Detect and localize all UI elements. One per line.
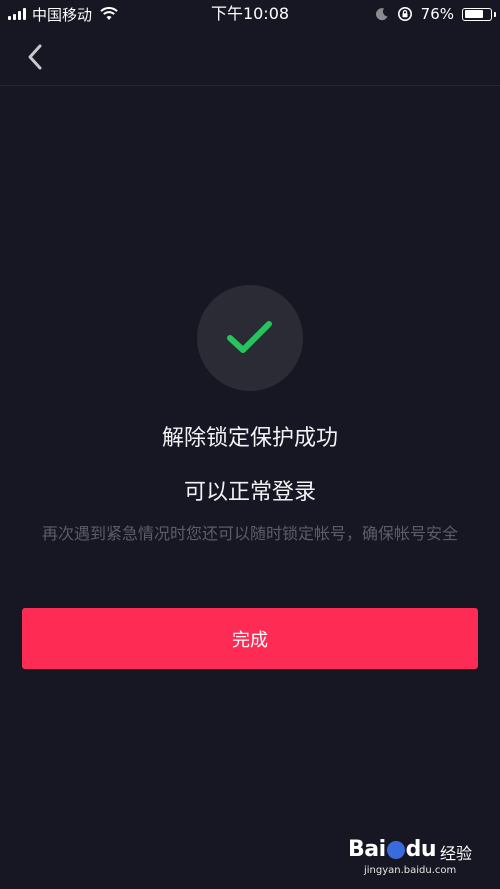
moon-icon — [375, 8, 388, 21]
checkmark-icon — [227, 321, 272, 353]
watermark-label: 经验 — [440, 844, 473, 863]
status-bar-right: 76% — [375, 4, 496, 24]
baidu-logo-brand: Bai — [348, 837, 386, 862]
result-description: 再次遇到紧急情况时您还可以随时锁定帐号，确保帐号安全 — [41, 524, 458, 543]
orientation-lock-icon — [397, 7, 412, 21]
baidu-logo: Bai du — [348, 837, 437, 862]
battery-icon — [462, 7, 496, 21]
result-title: 解除锁定保护成功 — [161, 426, 338, 451]
status-bar: 中国移动 下午10:08 76% — [0, 0, 500, 28]
nav-bar — [0, 28, 500, 86]
baidu-logo-suffix: du — [405, 837, 437, 862]
success-badge — [197, 285, 303, 391]
watermark-url: jingyan.baidu.com — [364, 865, 457, 876]
back-button[interactable] — [18, 40, 54, 74]
done-button[interactable]: 完成 — [22, 608, 478, 669]
result-subtitle: 可以正常登录 — [183, 480, 316, 505]
battery-level — [464, 10, 483, 18]
paw-icon — [386, 841, 405, 859]
back-arrow-icon — [28, 44, 42, 70]
battery-percent: 76% — [420, 5, 454, 23]
baidu-jingyan-watermark: Bai du 经验 jingyan.baidu.com — [348, 837, 478, 881]
